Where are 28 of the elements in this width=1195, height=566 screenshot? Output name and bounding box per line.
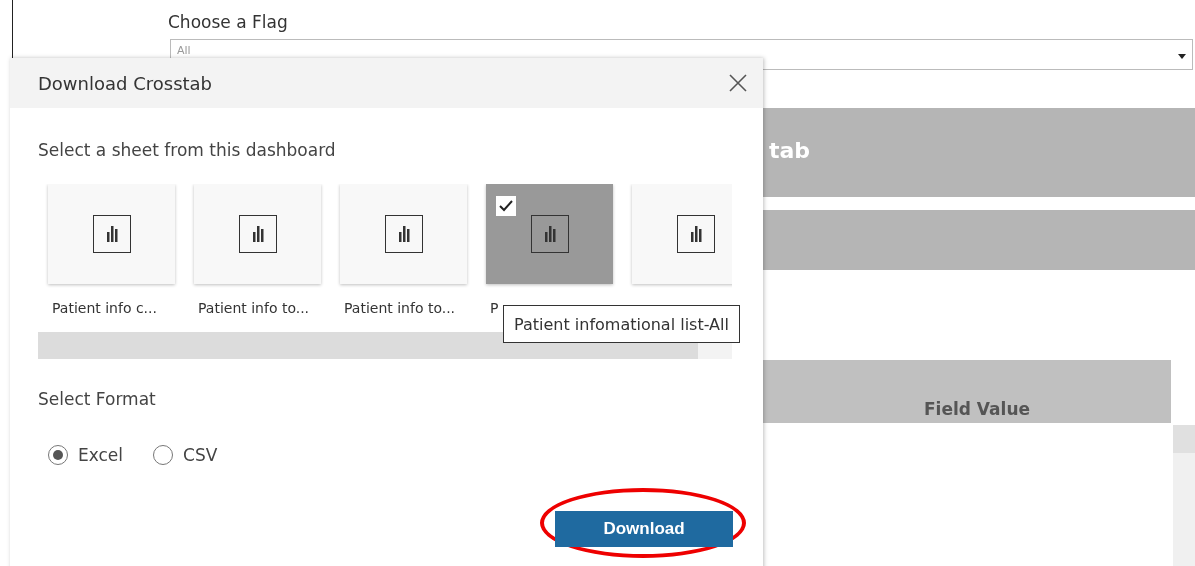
bar-chart-icon xyxy=(384,215,423,253)
banner-title: tab xyxy=(769,138,811,163)
filter-label: Choose a Flag xyxy=(168,12,288,32)
sheet-label: Patient info to... xyxy=(344,300,456,316)
bar-chart-icon xyxy=(238,215,277,253)
sheet-thumbnail[interactable] xyxy=(632,184,732,284)
format-radio[interactable]: Excel xyxy=(48,445,124,465)
sheet-thumbnail[interactable] xyxy=(194,184,321,284)
sheet-thumbnail[interactable] xyxy=(486,184,613,284)
scrollbar[interactable] xyxy=(1173,425,1195,566)
tooltip: Patient infomational list-All xyxy=(503,305,740,343)
bar-chart-icon xyxy=(92,215,131,253)
format-radio[interactable]: CSV xyxy=(153,445,218,465)
caret-icon xyxy=(1178,54,1186,59)
sheet-label: Patient info to... xyxy=(198,300,310,316)
download-button[interactable]: Download xyxy=(555,511,733,547)
sheet-thumbnail[interactable] xyxy=(48,184,175,284)
bar-chart-icon xyxy=(530,215,569,253)
close-icon[interactable] xyxy=(729,74,747,92)
dialog-title: Download Crosstab xyxy=(38,72,213,94)
sheet-thumbnail[interactable] xyxy=(340,184,467,284)
sheet-label: P xyxy=(490,300,499,316)
bar-chart-icon xyxy=(676,215,715,253)
sheet-label: Patient info c... xyxy=(52,300,157,316)
sheet-prompt: Select a sheet from this dashboard xyxy=(38,140,337,160)
format-prompt: Select Format xyxy=(38,389,157,409)
checkbox-icon xyxy=(496,196,516,216)
column-header: Field Value xyxy=(922,399,1030,421)
